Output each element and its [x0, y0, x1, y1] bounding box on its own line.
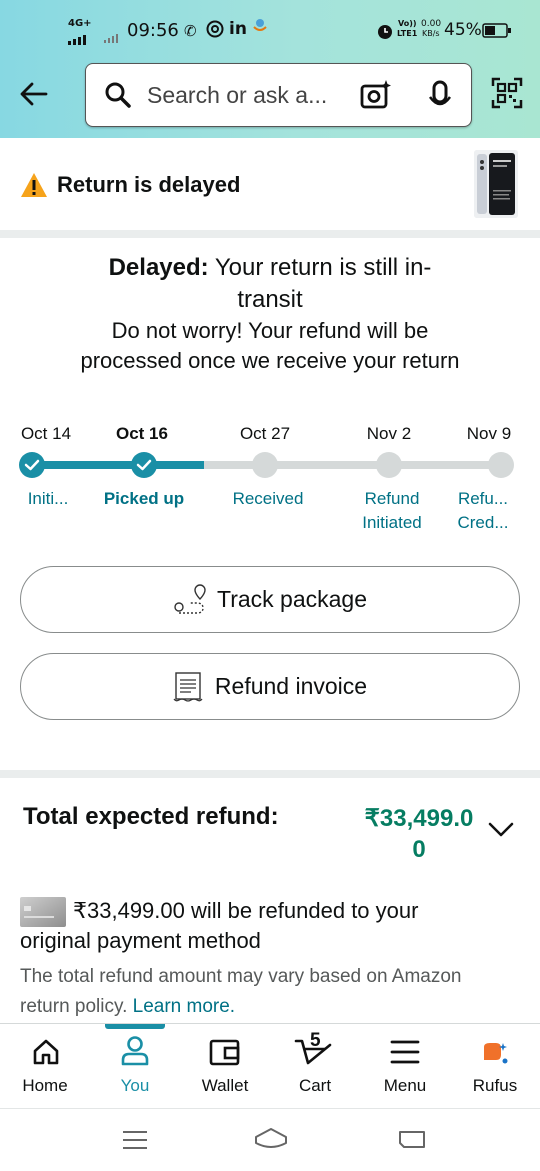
status-bar: 4G+ 09:56 ✆ in Vo)) LTE1 0.00 KB/s 45%: [0, 14, 540, 48]
section-divider: [0, 770, 540, 778]
app-notification-icon: ✆: [184, 22, 197, 40]
delay-message-line2: transit: [237, 286, 303, 313]
refund-note-text: return policy.: [20, 996, 133, 1017]
rufus-icon: [481, 1041, 509, 1067]
nav-rufus[interactable]: Rufus: [450, 1023, 540, 1108]
cart-count: 5: [310, 1030, 321, 1051]
refund-method-line1: ₹33,499.00 will be refunded to your: [73, 898, 419, 923]
nav-rufus-label: Rufus: [472, 1076, 518, 1095]
refund-note-line1: The total refund amount may vary based o…: [20, 966, 462, 987]
step-pending-icon: [376, 452, 402, 478]
home-icon: [32, 1038, 60, 1066]
step-label: Initi...: [0, 487, 103, 511]
signal-icon: [68, 30, 92, 45]
step-date: Nov 9: [466, 424, 512, 443]
step-label-line: Refu...: [457, 489, 509, 508]
step-label: Picked up: [89, 487, 199, 511]
step-label-line: Cred...: [457, 513, 509, 532]
search-input[interactable]: Search or ask a...: [147, 82, 327, 109]
refund-total-amount[interactable]: ₹33,499.0 0: [356, 803, 482, 865]
step-pending-icon: [488, 452, 514, 478]
route-icon: [173, 583, 207, 617]
nav-you[interactable]: You: [90, 1023, 180, 1108]
clock: 09:56: [127, 20, 179, 41]
volte-indicator-top: Vo)): [398, 19, 417, 28]
step-pending-icon: [252, 452, 278, 478]
refund-note-line2: return policy. Learn more.: [20, 996, 235, 1018]
nav-wallet[interactable]: Wallet: [180, 1023, 270, 1108]
alarm-icon: [376, 22, 394, 40]
nav-menu-label: Menu: [383, 1076, 427, 1095]
step-label-line: Received: [232, 489, 304, 508]
network-indicator: 4G+: [68, 18, 92, 29]
card-icon: [20, 897, 66, 927]
nav-home-label: Home: [22, 1076, 68, 1095]
step-date: Oct 14: [20, 424, 72, 443]
battery-icon: [482, 23, 512, 39]
step-label: Received: [213, 487, 323, 511]
search-icon: [104, 81, 132, 109]
step-label-line: Picked up: [103, 489, 185, 508]
wallet-icon: [209, 1037, 241, 1067]
nav-menu[interactable]: Menu: [360, 1023, 450, 1108]
linkedin-icon: in: [229, 19, 247, 39]
home-gesture-icon[interactable]: [253, 1127, 289, 1151]
step-label: Refu... Cred...: [428, 487, 538, 535]
battery-percent: 45%: [444, 20, 482, 40]
track-package-button[interactable]: Track package: [20, 566, 520, 633]
microphone-icon[interactable]: [426, 79, 454, 113]
camera-search-icon[interactable]: [359, 78, 393, 112]
warning-icon: [20, 172, 48, 198]
refund-amount-line1: ₹33,499.0: [364, 805, 474, 832]
nav-home[interactable]: Home: [0, 1023, 90, 1108]
profile-icon: [120, 1035, 150, 1067]
step-complete-icon: [19, 452, 45, 478]
banner-title: Return is delayed: [57, 172, 241, 197]
delay-message-line4: processed once we receive your return: [80, 348, 460, 373]
net-speed-bottom: KB/s: [422, 29, 440, 38]
delay-message-line3: Do not worry! Your refund will be: [111, 318, 429, 343]
net-speed-top: 0.00: [421, 19, 442, 29]
refund-total-label: Total expected refund:: [23, 803, 279, 830]
recent-apps-icon[interactable]: [121, 1129, 149, 1151]
timeline-progress: [32, 461, 204, 469]
refund-method-line2: original payment method: [20, 928, 261, 953]
refund-invoice-button[interactable]: Refund invoice: [20, 653, 520, 720]
shopping-app-icon: [252, 18, 268, 36]
threads-icon: [206, 20, 224, 38]
step-date: Nov 2: [366, 424, 412, 443]
refund-amount-line2: 0: [412, 836, 426, 863]
search-bar[interactable]: Search or ask a...: [85, 63, 472, 127]
nav-wallet-label: Wallet: [201, 1076, 249, 1095]
chevron-down-icon[interactable]: [487, 818, 515, 840]
step-date: Oct 16: [116, 424, 168, 443]
delay-status-text: Your return is still in-: [208, 254, 432, 281]
signal2-icon: [104, 28, 124, 43]
refund-invoice-label: Refund invoice: [214, 673, 368, 699]
nav-cart-label: Cart: [298, 1076, 332, 1095]
delay-status-bold: Delayed:: [108, 254, 209, 281]
learn-more-link[interactable]: Learn more.: [133, 996, 235, 1017]
delay-message-line1: Delayed: Your return is still in-: [0, 254, 540, 282]
back-gesture-icon[interactable]: [397, 1127, 427, 1151]
invoice-icon: [173, 671, 203, 703]
menu-icon: [390, 1039, 420, 1065]
back-arrow-icon[interactable]: [18, 78, 50, 110]
product-thumbnail[interactable]: [474, 150, 518, 218]
track-package-label: Track package: [217, 586, 367, 612]
system-nav-bar: [0, 1108, 540, 1171]
nav-cart[interactable]: 5 Cart: [270, 1023, 360, 1108]
step-label-line: Initi...: [27, 489, 69, 508]
step-complete-icon: [131, 452, 157, 478]
volte-indicator-bottom: LTE1: [397, 29, 418, 38]
nav-you-label: You: [120, 1076, 150, 1095]
section-divider: [0, 230, 540, 238]
scan-code-icon[interactable]: [491, 77, 523, 109]
step-date: Oct 27: [239, 424, 291, 443]
